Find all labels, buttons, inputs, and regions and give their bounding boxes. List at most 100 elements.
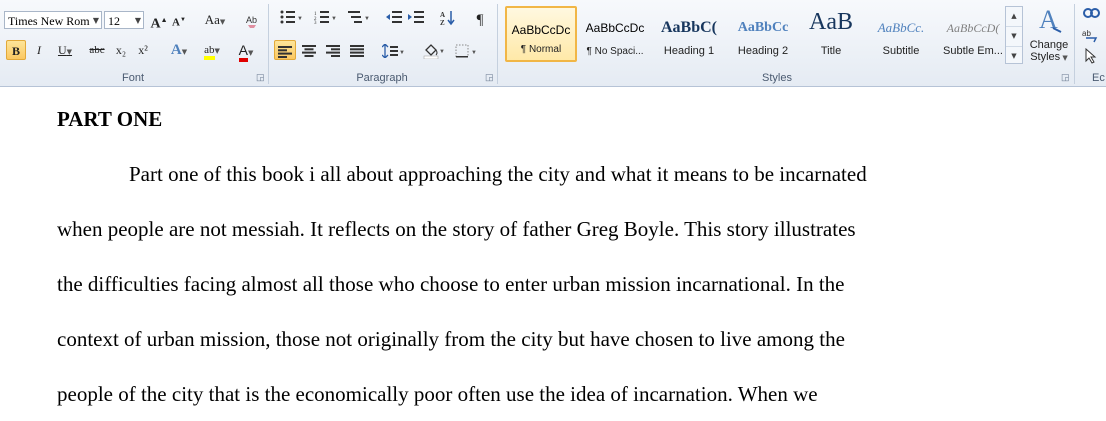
style-subtitle[interactable]: AaBbCc. Subtitle <box>865 6 937 62</box>
decrease-indent-icon <box>386 11 402 23</box>
style-sample: AaBbCcD( <box>946 21 1000 35</box>
style-name: ¶ Normal <box>520 44 562 55</box>
chevron-down-icon: ▼ <box>92 16 99 25</box>
ribbon: Times New Rom ▼ 12 ▼ A▲ A▼ Aa▼ Ab B I U▼… <box>0 0 1106 87</box>
change-styles-label: Change Styles ▼ <box>1029 39 1069 63</box>
bullets-icon: ▼ <box>280 10 303 24</box>
font-size-combobox[interactable]: 12 ▼ <box>104 11 144 29</box>
pilcrow-icon: ¶ <box>476 12 484 28</box>
gallery-down-icon[interactable]: ▼ <box>1006 27 1022 47</box>
style-name: ¶ No Spaci... <box>586 46 644 57</box>
svg-text:▼: ▼ <box>331 16 336 22</box>
highlight-button[interactable]: ab▼ <box>198 40 226 60</box>
style-name: Heading 2 <box>737 45 789 57</box>
font-dialog-launcher-icon[interactable]: ◲ <box>256 72 265 83</box>
change-styles-line1: Change <box>1029 39 1069 51</box>
svg-text:ab: ab <box>1082 29 1091 38</box>
bold-button[interactable]: B <box>6 40 26 60</box>
style-no-spacing[interactable]: AaBbCcDc ¶ No Spaci... <box>579 6 651 62</box>
style-sample: AaBbC( <box>660 19 717 36</box>
font-name-value: Times New Rom <box>8 14 90 28</box>
style-name: Title <box>820 45 842 57</box>
subscript-label: x₂ <box>115 43 127 57</box>
sort-button[interactable]: AZ <box>438 10 458 30</box>
style-name: Heading 1 <box>663 45 715 57</box>
align-right-button[interactable] <box>322 40 344 60</box>
style-sample: AaBbCcDc <box>585 21 645 35</box>
shrink-font-button[interactable]: A▼ <box>171 10 187 30</box>
grow-font-icon: A <box>150 16 161 32</box>
document-heading: PART ONE <box>57 107 163 131</box>
strikethrough-button[interactable]: abc <box>86 40 108 60</box>
shrink-font-icon: A <box>172 16 180 29</box>
align-center-button[interactable] <box>298 40 320 60</box>
find-icon[interactable] <box>1082 6 1102 22</box>
clear-formatting-button[interactable]: Ab <box>242 10 262 30</box>
document-line-3: the difficulties facing almost all those… <box>57 272 845 296</box>
align-right-icon <box>326 45 340 58</box>
svg-text:Ab: Ab <box>246 15 257 25</box>
paint-bucket-icon: ▼ <box>423 44 445 60</box>
document-line-5: people of the city that is the economica… <box>57 382 818 406</box>
style-sample: AaBbCcDc <box>511 23 571 37</box>
borders-button[interactable]: ▼ <box>452 40 480 60</box>
highlighter-icon: ab <box>204 44 215 60</box>
italic-button[interactable]: I <box>30 40 48 60</box>
font-name-combobox[interactable]: Times New Rom ▼ <box>4 11 102 29</box>
svg-text:▼: ▼ <box>297 16 302 22</box>
superscript-label: x² <box>138 43 148 57</box>
gallery-up-icon[interactable]: ▲ <box>1006 7 1022 27</box>
clear-formatting-icon: Ab <box>246 15 257 29</box>
justify-icon <box>350 45 364 58</box>
paragraph-dialog-launcher-icon[interactable]: ◲ <box>485 72 494 83</box>
numbering-icon: 123▼ <box>314 11 337 26</box>
text-effects-button[interactable]: A▼ <box>166 40 192 60</box>
change-styles-icon: A <box>1039 5 1062 34</box>
select-cursor-icon[interactable] <box>1084 47 1102 64</box>
align-left-button[interactable] <box>274 40 296 60</box>
style-sample: AaB <box>809 10 853 34</box>
paragraph-group-label: Paragraph <box>356 72 408 84</box>
shading-button[interactable]: ▼ <box>420 40 448 60</box>
grow-font-button[interactable]: A▲ <box>150 10 168 32</box>
style-normal[interactable]: AaBbCcDc ¶ Normal <box>505 6 577 62</box>
font-color-button[interactable]: A▼ <box>232 40 260 62</box>
styles-dialog-launcher-icon[interactable]: ◲ <box>1061 72 1070 83</box>
subscript-button[interactable]: x₂ <box>112 40 130 60</box>
style-heading-2[interactable]: AaBbCc Heading 2 <box>727 6 799 62</box>
decrease-indent-button[interactable] <box>384 10 404 30</box>
document-line-1: Part one of this book i all about approa… <box>129 162 867 186</box>
underline-button[interactable]: U▼ <box>52 40 78 60</box>
align-left-icon <box>278 46 292 59</box>
chevron-down-icon: ▼ <box>134 16 141 25</box>
superscript-button[interactable]: x² <box>134 40 152 60</box>
numbering-button[interactable]: 1 2 3 ▼ <box>310 10 340 30</box>
multilevel-list-button[interactable]: ▼ <box>344 10 374 30</box>
change-styles-button[interactable]: A Change Styles ▼ <box>1026 4 1072 68</box>
style-title[interactable]: AaB Title <box>795 6 867 62</box>
bullets-button[interactable]: ▼ <box>276 10 306 30</box>
styles-gallery-scroll[interactable]: ▲ ▼ ▼ <box>1005 6 1023 64</box>
svg-text:Z: Z <box>440 19 445 26</box>
replace-icon[interactable]: ab <box>1082 28 1102 44</box>
line-spacing-icon: ▼ <box>381 43 405 60</box>
style-subtle-emphasis[interactable]: AaBbCcD( Subtle Em... <box>937 6 1009 62</box>
change-case-button[interactable]: Aa▼ <box>202 10 228 30</box>
show-hide-marks-button[interactable]: ¶ <box>470 10 490 30</box>
justify-button[interactable] <box>346 40 368 60</box>
line-spacing-button[interactable]: ▼ <box>378 40 408 60</box>
style-heading-1[interactable]: AaBbC( Heading 1 <box>653 6 725 62</box>
group-separator <box>1074 4 1075 84</box>
italic-label: I <box>37 43 41 57</box>
svg-text:▼: ▼ <box>439 49 445 55</box>
align-center-icon <box>302 45 316 58</box>
change-styles-line2: Styles <box>1030 51 1061 63</box>
styles-gallery: AaBbCcDc ¶ Normal AaBbCcDc ¶ No Spaci...… <box>505 6 1021 64</box>
document-page[interactable]: PART ONE Part one of this book i all abo… <box>0 87 1106 421</box>
increase-indent-icon <box>408 11 424 23</box>
text-effects-icon: A <box>170 42 182 58</box>
font-size-value: 12 <box>108 14 120 28</box>
increase-indent-button[interactable] <box>406 10 426 30</box>
svg-text:▼: ▼ <box>471 50 477 56</box>
gallery-more-icon[interactable]: ▼ <box>1006 47 1022 66</box>
